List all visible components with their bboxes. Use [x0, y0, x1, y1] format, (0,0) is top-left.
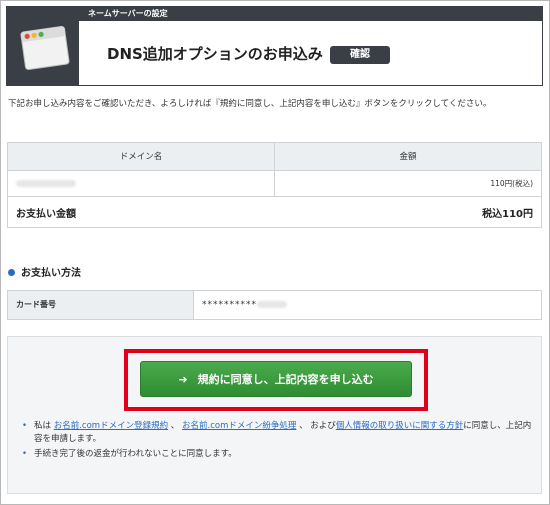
terms-list: 私は お名前.comドメイン登録規約 、 お名前.comドメイン紛争処理 、 お… — [22, 420, 532, 461]
privacy-policy-link[interactable]: 個人情報の取り扱いに関する方針 — [336, 421, 464, 431]
page-header: ネームサーバーの設定 DNS追加オプションのお申込み 確認 — [6, 6, 543, 86]
agree-submit-label: 規約に同意し、上記内容を申し込む — [197, 373, 374, 386]
payment-section-title: お支払い方法 — [8, 264, 81, 279]
dispute-policy-link[interactable]: お名前.comドメイン紛争処理 — [182, 421, 296, 431]
payment-title-text: お支払い方法 — [21, 268, 81, 279]
terms-item: 私は お名前.comドメイン登録規約 、 お名前.comドメイン紛争処理 、 お… — [22, 420, 532, 446]
terms-sep1: 、 — [170, 421, 180, 431]
header-section-label: ネームサーバーの設定 — [79, 7, 542, 21]
payment-row: カード番号 ********** — [7, 290, 542, 320]
refund-note-text: 手続き完了後の返金が行われないことに同意します。 — [34, 449, 237, 459]
col-domain-header: ドメイン名 — [119, 152, 163, 162]
table-row: 110円(税込) — [8, 171, 541, 197]
agree-submit-button[interactable]: ➜ 規約に同意し、上記内容を申し込む — [140, 361, 412, 397]
browser-window-icon — [20, 26, 70, 70]
domain-cell — [8, 171, 274, 196]
header-icon-box — [7, 7, 79, 85]
redacted-card-digits — [257, 301, 287, 308]
card-number-value: ********** — [194, 291, 541, 319]
amount-cell: 110円(税込) — [274, 171, 541, 196]
registration-terms-link[interactable]: お名前.comドメイン登録規約 — [54, 421, 168, 431]
intro-text: 下記お申し込み内容をご確認いただき、よろしければ『規約に同意し、上記内容を申し込… — [8, 99, 492, 109]
table-header: ドメイン名 金額 — [8, 143, 541, 171]
terms-prefix: 私は — [34, 421, 52, 431]
confirm-badge: 確認 — [330, 46, 390, 64]
order-table: ドメイン名 金額 110円(税込) お支払い金額 税込110円 — [7, 142, 542, 228]
redacted-domain — [16, 180, 76, 187]
refund-note: 手続き完了後の返金が行われないことに同意します。 — [22, 448, 532, 461]
agreement-box: ➜ 規約に同意し、上記内容を申し込む 私は お名前.comドメイン登録規約 、 … — [7, 336, 542, 494]
total-value: 税込110円 — [482, 208, 533, 220]
arrow-right-icon: ➜ — [178, 372, 188, 386]
card-number-label: カード番号 — [8, 291, 194, 319]
terms-sep2: 、 および — [299, 421, 336, 431]
bullet-dot-icon — [8, 268, 15, 276]
card-number-masked: ********** — [202, 300, 257, 310]
col-amount-header: 金額 — [274, 143, 541, 170]
total-label: お支払い金額 — [16, 208, 76, 220]
total-row: お支払い金額 税込110円 — [8, 197, 541, 227]
page-title: DNS追加オプションのお申込み — [107, 45, 323, 63]
